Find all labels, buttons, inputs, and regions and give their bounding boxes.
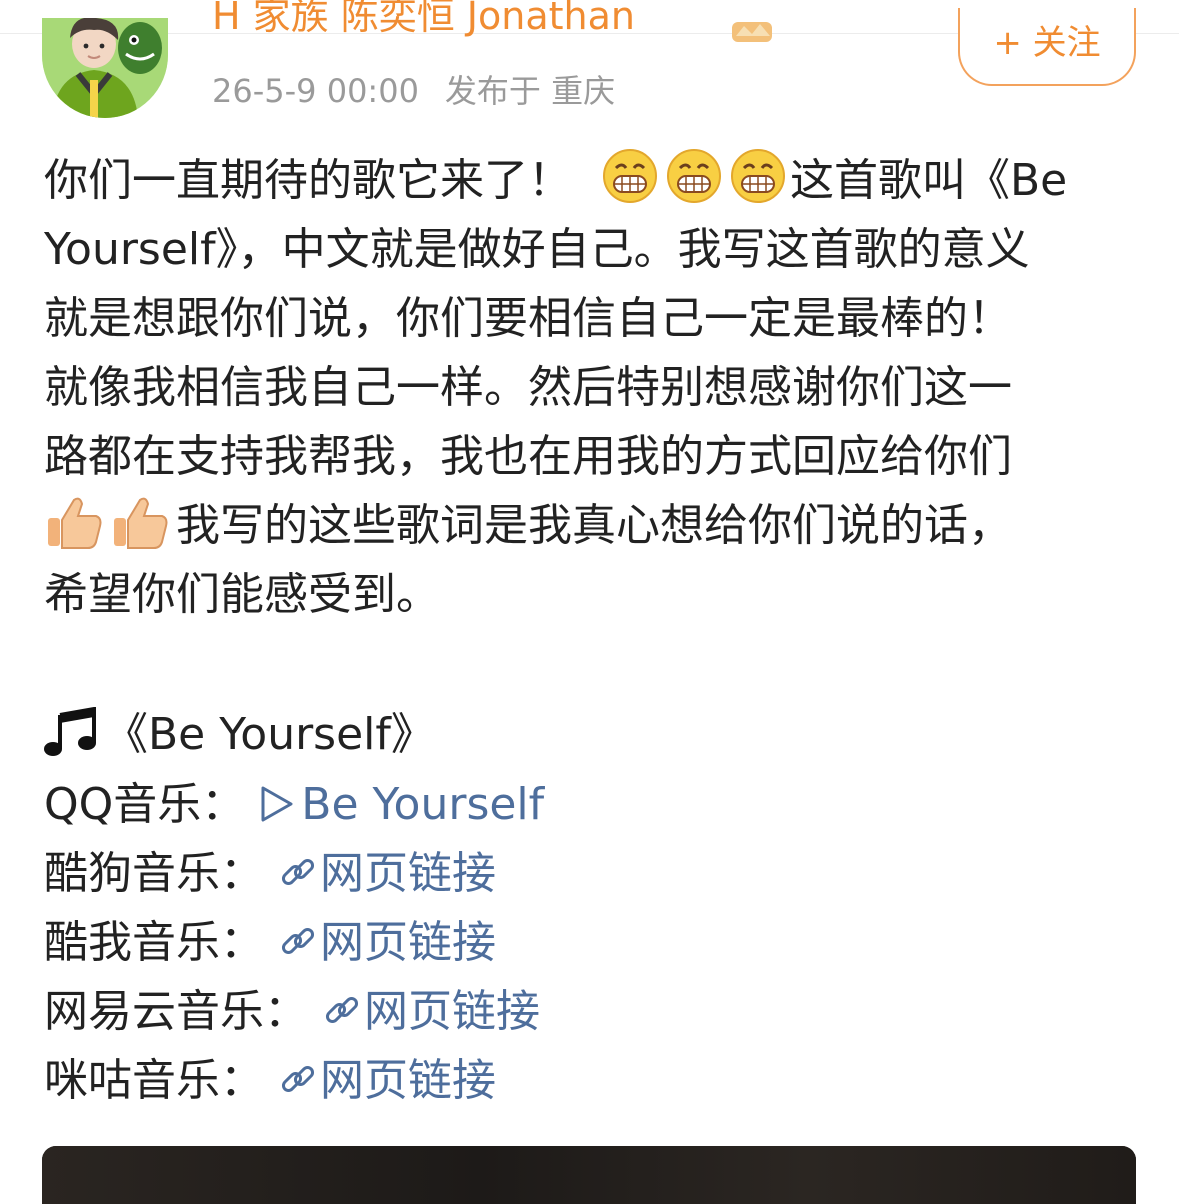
migu-music-link[interactable]: 网页链接 xyxy=(278,1055,496,1106)
link-row-kugou: 酷狗音乐： 网页链接 xyxy=(44,839,496,908)
thumbs-up-emoji-icon xyxy=(110,494,170,550)
post-line-6: 我写的这些歌词是我真心想给你们说的话， xyxy=(44,491,1144,560)
qq-music-link-text: Be Yourself xyxy=(301,779,545,830)
post-date: 26-5-9 00:00 xyxy=(212,72,419,110)
post-line-1-tail: 这首歌叫《Be xyxy=(790,155,1068,206)
link-icon xyxy=(278,1050,318,1093)
kugou-link-text: 网页链接 xyxy=(320,848,496,899)
post-line-4: 就像我相信我自己一样。然后特别想感谢你们这一 xyxy=(44,362,1012,413)
post-line-5: 路都在支持我帮我，我也在用我的方式回应给你们 xyxy=(44,431,1012,482)
song-title-line: 《Be Yourself》 xyxy=(44,700,435,769)
netease-link-text: 网页链接 xyxy=(364,986,540,1037)
post-location: 发布于 重庆 xyxy=(444,72,616,110)
kuwo-music-link[interactable]: 网页链接 xyxy=(278,917,496,968)
netease-music-link[interactable]: 网页链接 xyxy=(322,986,540,1037)
kugou-music-link[interactable]: 网页链接 xyxy=(278,848,496,899)
thumbs-up-emoji-icon xyxy=(44,494,104,550)
platform-label: 酷我音乐： xyxy=(44,917,264,968)
post-line-3: 就是想跟你们说，你们要相信自己一定是最棒的！ xyxy=(44,293,1012,344)
link-icon xyxy=(278,843,318,886)
post-line-6-text: 我写的这些歌词是我真心想给你们说的话， xyxy=(176,500,1012,551)
platform-label: 咪咕音乐： xyxy=(44,1055,264,1106)
link-icon xyxy=(322,981,362,1024)
play-icon xyxy=(259,775,295,822)
avatar[interactable] xyxy=(42,18,168,118)
platform-label: 酷狗音乐： xyxy=(44,848,264,899)
post-line-1: 你们一直期待的歌它来了！ 这首歌叫《Be xyxy=(44,146,1144,215)
member-badge-icon xyxy=(730,22,776,44)
migu-link-text: 网页链接 xyxy=(320,1055,496,1106)
link-row-migu: 咪咕音乐： 网页链接 xyxy=(44,1046,496,1115)
grinning-face-emoji-icon xyxy=(666,148,722,204)
music-note-icon xyxy=(44,706,100,757)
song-title: 《Be Yourself》 xyxy=(104,709,435,760)
link-row-netease: 网易云音乐： 网页链接 xyxy=(44,977,540,1046)
post-meta: 26-5-9 00:00 发布于 重庆 xyxy=(212,70,615,112)
link-row-kuwo: 酷我音乐： 网页链接 xyxy=(44,908,496,977)
post-line-2: Yourself》，中文就是做好自己。我写这首歌的意义 xyxy=(44,224,1030,275)
post-line-1-text: 你们一直期待的歌它来了！ xyxy=(44,155,572,206)
platform-label: 网易云音乐： xyxy=(44,986,308,1037)
media-preview-image[interactable] xyxy=(42,1146,1136,1204)
grinning-face-emoji-icon xyxy=(602,148,658,204)
username[interactable]: H 家族 陈奕恒 Jonathan xyxy=(212,0,635,36)
grinning-face-emoji-icon xyxy=(730,148,786,204)
link-row-qq: QQ音乐： Be Yourself xyxy=(44,770,544,839)
post-line-7: 希望你们能感受到。 xyxy=(44,569,440,620)
weibo-post-screen: H 家族 陈奕恒 Jonathan 26-5-9 00:00 发布于 重庆 + 关… xyxy=(0,0,1179,1204)
follow-button[interactable]: + 关注 xyxy=(958,8,1136,86)
kuwo-link-text: 网页链接 xyxy=(320,917,496,968)
post-body: 你们一直期待的歌它来了！ 这首歌叫《Be Yourself》，中文就是做好自己。我… xyxy=(44,146,1144,629)
qq-music-link[interactable]: Be Yourself xyxy=(259,779,544,830)
platform-label: QQ音乐： xyxy=(44,779,246,830)
media-preview-texture xyxy=(42,1146,1136,1204)
link-icon xyxy=(278,912,318,955)
